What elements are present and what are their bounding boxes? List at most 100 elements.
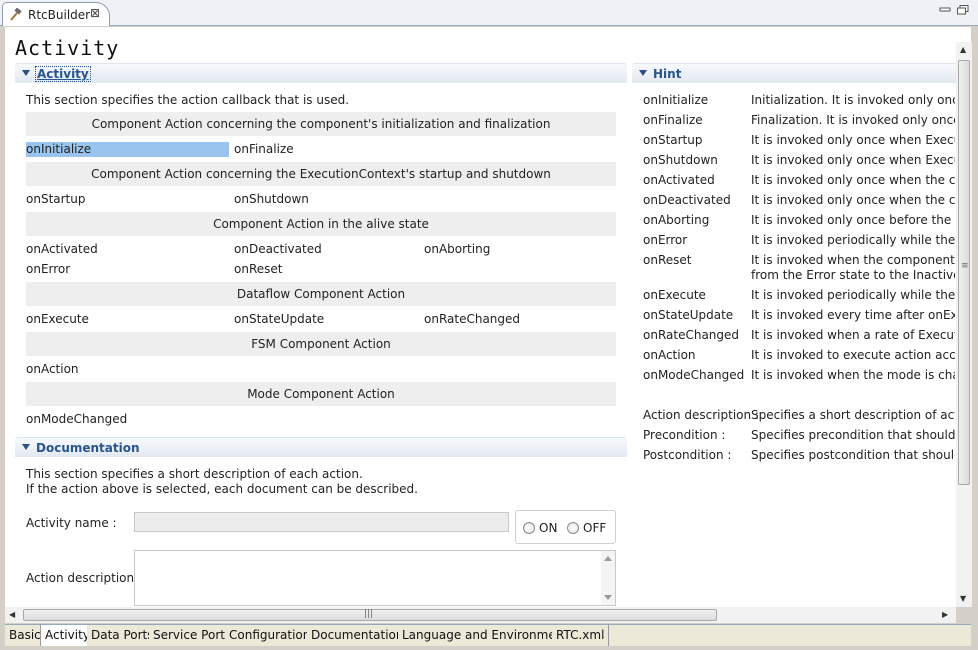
editor-tab-label: RtcBuilder bbox=[28, 8, 91, 22]
hammer-icon bbox=[10, 8, 22, 21]
hint-text: It is invoked every time after onExecute bbox=[751, 308, 955, 322]
scroll-left-icon[interactable]: ◀ bbox=[9, 610, 15, 619]
horizontal-scroll-thumb[interactable]: ||| bbox=[23, 609, 717, 621]
scroll-down-icon[interactable] bbox=[604, 595, 612, 600]
hint-section-title[interactable]: Hint bbox=[653, 67, 681, 81]
hint-text: It is invoked when the mode is changed bbox=[751, 368, 955, 382]
off-radio[interactable] bbox=[567, 522, 579, 534]
page-title: Activity bbox=[15, 36, 120, 60]
hint-name: onShutdown bbox=[643, 153, 718, 167]
group-fsm: FSM Component Action bbox=[26, 332, 616, 356]
action-oninitialize[interactable]: onInitialize bbox=[26, 142, 229, 157]
activity-section-title[interactable]: Activity bbox=[35, 66, 91, 82]
expand-triangle-icon[interactable] bbox=[22, 444, 30, 450]
documentation-section-title[interactable]: Documentation bbox=[36, 441, 140, 455]
restore-icon[interactable] bbox=[957, 5, 969, 15]
tab-service-ports[interactable]: Service Ports bbox=[149, 625, 237, 646]
activity-section-header[interactable]: Activity bbox=[15, 63, 627, 83]
documentation-description-line1: This section specifies a short descripti… bbox=[26, 467, 363, 481]
scroll-down-icon[interactable]: ▼ bbox=[960, 594, 966, 603]
hint-name: Postcondition : bbox=[643, 448, 732, 462]
on-radio-label: ON bbox=[539, 521, 558, 535]
editor-form: Activity Activity This section specifies… bbox=[5, 27, 971, 607]
action-onerror[interactable]: onError bbox=[26, 262, 70, 277]
action-onstartup[interactable]: onStartup bbox=[26, 192, 85, 207]
action-ondeactivated[interactable]: onDeactivated bbox=[234, 242, 322, 257]
hint-text: It is invoked periodically while the com bbox=[751, 288, 955, 302]
off-radio-label: OFF bbox=[583, 521, 607, 535]
hint-name: onStartup bbox=[643, 133, 703, 147]
action-onaborting[interactable]: onAborting bbox=[424, 242, 490, 257]
scroll-up-icon[interactable]: ▲ bbox=[960, 45, 966, 54]
hint-text: It is invoked to execute action accordin bbox=[751, 348, 955, 362]
minimize-icon[interactable] bbox=[939, 5, 951, 15]
hint-name: onRateChanged bbox=[643, 328, 740, 342]
on-off-radio-group: ON OFF bbox=[515, 510, 616, 544]
on-radio[interactable] bbox=[523, 522, 535, 534]
hint-text: Specifies a short description of activit… bbox=[751, 408, 955, 422]
grip-icon: ≡ bbox=[961, 261, 969, 271]
hint-text: It is invoked when a rate of ExecutionC bbox=[751, 328, 955, 342]
hint-text: It is invoked when the component reco bbox=[751, 253, 955, 267]
hint-name: onReset bbox=[643, 253, 692, 267]
hint-text: Specifies precondition that should be s bbox=[751, 428, 955, 442]
expand-triangle-icon[interactable] bbox=[639, 70, 647, 76]
hint-text: It is invoked only once when Execution bbox=[751, 153, 955, 167]
activity-section-description: This section specifies the action callba… bbox=[26, 93, 350, 107]
action-description-label: Action description : bbox=[26, 571, 142, 585]
hint-name: onAborting bbox=[643, 213, 710, 227]
documentation-section-header[interactable]: Documentation bbox=[15, 437, 627, 457]
expand-triangle-icon[interactable] bbox=[22, 70, 30, 76]
hint-name: onActivated bbox=[643, 173, 715, 187]
scroll-right-icon[interactable]: ▶ bbox=[942, 610, 948, 619]
hint-name: onStateUpdate bbox=[643, 308, 734, 322]
hint-name: onDeactivated bbox=[643, 193, 731, 207]
action-onstateupdate[interactable]: onStateUpdate bbox=[234, 312, 324, 327]
group-mode: Mode Component Action bbox=[26, 382, 616, 406]
hint-text: It is invoked only once when the comp bbox=[751, 193, 955, 207]
scroll-up-icon[interactable] bbox=[604, 556, 612, 561]
tab-documentation[interactable]: Documentation bbox=[307, 625, 409, 646]
hint-name: onModeChanged bbox=[643, 368, 745, 382]
action-onmodechanged[interactable]: onModeChanged bbox=[26, 412, 127, 427]
action-onexecute[interactable]: onExecute bbox=[26, 312, 89, 327]
hint-text: It is invoked only once when the comp bbox=[751, 173, 955, 187]
hint-text: It is invoked periodically while the com bbox=[751, 233, 955, 247]
hint-name: onError bbox=[643, 233, 688, 247]
hint-text: from the Error state to the Inactive sta… bbox=[751, 268, 955, 282]
vertical-scrollbar[interactable]: ▲ ≡ ▼ bbox=[956, 42, 972, 607]
action-onreset[interactable]: onReset bbox=[234, 262, 282, 277]
tab-language-and-environment[interactable]: Language and Environment bbox=[398, 625, 574, 646]
hint-text: Initialization. It is invoked only once … bbox=[751, 93, 955, 107]
tab-data-ports[interactable]: Data Ports bbox=[87, 625, 159, 646]
hint-name: onAction bbox=[643, 348, 696, 362]
editor-tab-rtcbuilder[interactable]: RtcBuilder ⊠ bbox=[2, 2, 110, 26]
group-dataflow: Dataflow Component Action bbox=[26, 282, 616, 306]
hint-name: Precondition : bbox=[643, 428, 726, 442]
action-onratechanged[interactable]: onRateChanged bbox=[424, 312, 520, 327]
hint-text: It is invoked only once before the comp bbox=[751, 213, 955, 227]
close-tab-icon[interactable]: ⊠ bbox=[90, 6, 100, 20]
group-alive-state: Component Action in the alive state bbox=[26, 212, 616, 236]
action-onactivated[interactable]: onActivated bbox=[26, 242, 98, 257]
tab-rtc-xml[interactable]: RTC.xml bbox=[552, 625, 610, 646]
tab-configuration[interactable]: Configuration bbox=[225, 625, 316, 646]
vertical-scroll-thumb[interactable]: ≡ bbox=[958, 60, 970, 485]
hint-text: Specifies postcondition that should be bbox=[751, 448, 955, 462]
hint-name: onFinalize bbox=[643, 113, 703, 127]
action-description-textarea[interactable] bbox=[134, 550, 616, 606]
action-onaction[interactable]: onAction bbox=[26, 362, 79, 377]
group-init-final: Component Action concerning the componen… bbox=[26, 112, 616, 136]
activity-name-label: Activity name : bbox=[26, 516, 117, 530]
group-startup-shutdown: Component Action concerning the Executio… bbox=[26, 162, 616, 186]
action-onfinalize[interactable]: onFinalize bbox=[234, 142, 294, 157]
page-tab-bar: Basic Activity Data Ports Service Ports … bbox=[5, 624, 971, 646]
textarea-scrollbar[interactable] bbox=[601, 551, 615, 605]
action-onshutdown[interactable]: onShutdown bbox=[234, 192, 309, 207]
hint-section-header[interactable]: Hint bbox=[632, 63, 962, 83]
activity-name-field[interactable] bbox=[134, 512, 509, 532]
documentation-description-line2: If the action above is selected, each do… bbox=[26, 482, 418, 496]
hint-text: Finalization. It is invoked only once wh bbox=[751, 113, 955, 127]
horizontal-scrollbar[interactable]: ◀ ||| ▶ bbox=[5, 607, 956, 623]
editor-tab-strip: RtcBuilder ⊠ bbox=[0, 0, 978, 26]
